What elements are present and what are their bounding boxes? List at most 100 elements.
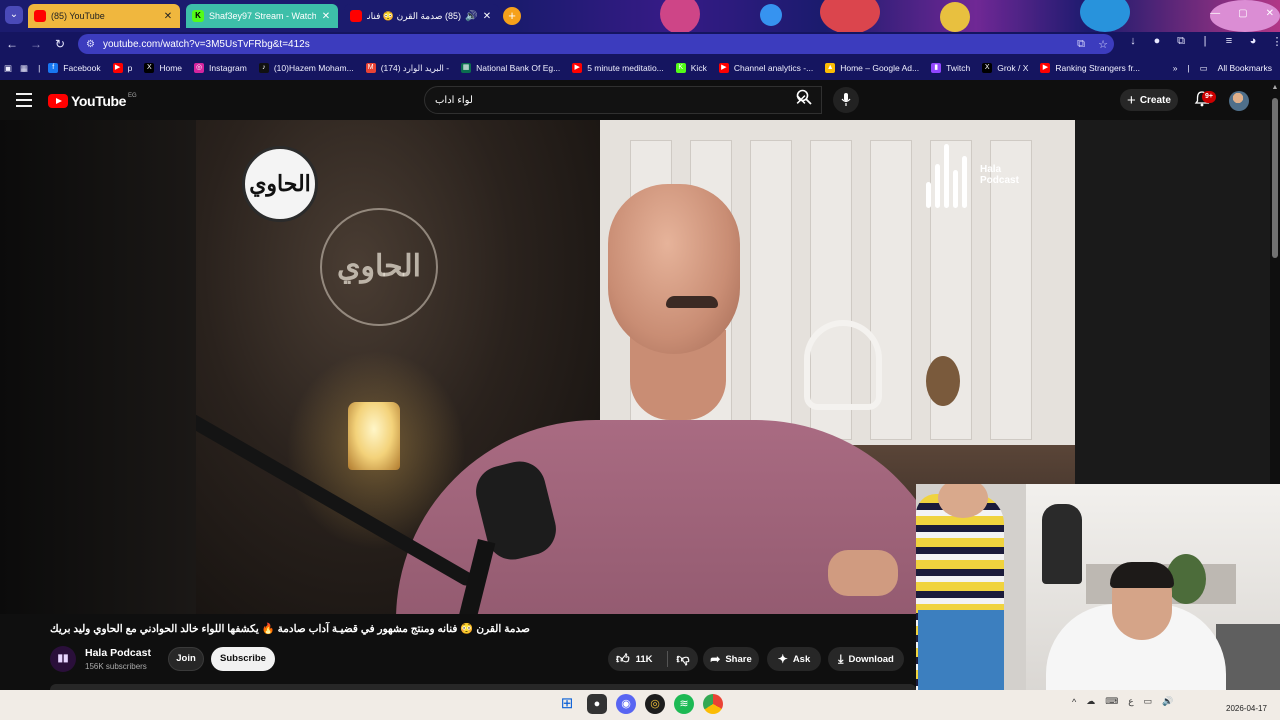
download-button[interactable]: ⤓ Download (828, 647, 904, 671)
sparkle-icon: ✦ (777, 652, 788, 666)
search-button[interactable] (786, 86, 822, 114)
chrome-app-icon[interactable] (703, 694, 723, 714)
bookmark-item[interactable]: X Home (144, 63, 182, 73)
bookmark-item[interactable]: ▮ Twitch (931, 63, 970, 73)
bookmark-item[interactable]: ♪ (10)Hazem Moham... (258, 63, 354, 73)
bookmark-item[interactable]: ◎ Instagram (194, 63, 247, 73)
tab-close-icon[interactable]: ✕ (320, 11, 332, 22)
bookmark-label: Twitch (946, 63, 971, 73)
bookmark-item[interactable]: ▶ p (112, 63, 132, 73)
bookmark-item[interactable]: ▦ National Bank Of Eg... (461, 63, 560, 73)
tab-audio-icon[interactable]: 🔊 (465, 11, 477, 22)
youtube-play-icon (48, 94, 68, 108)
voice-search-button[interactable] (833, 87, 859, 113)
bookmarks-overflow-button[interactable]: » (1173, 63, 1178, 73)
tray-cloud-icon[interactable]: ☁ (1086, 696, 1095, 707)
profile-circle-icon[interactable]: ● (1148, 35, 1166, 48)
tray-overflow-icon[interactable]: ^ (1072, 697, 1076, 707)
bookmark-item[interactable]: M (174) البريد الوارد - (365, 63, 449, 74)
tray-keyboard-icon[interactable]: ⌨ (1105, 696, 1118, 707)
kick-favicon-icon: K (192, 10, 204, 22)
tray-language-indicator[interactable]: ع (1128, 696, 1133, 707)
maximize-button[interactable]: ▢ (1238, 8, 1247, 19)
bookmark-label: 5 minute meditatio... (587, 63, 664, 73)
microphone-icon (841, 93, 851, 106)
browser-tab-strip: ⌄ (85) YouTube ✕ K Shaf3ey97 Stream - Wa… (0, 0, 1280, 32)
hamburger-menu-icon[interactable] (16, 93, 32, 107)
ask-button[interactable]: ✦ Ask (767, 647, 821, 671)
apps-icon[interactable]: ▣ (4, 63, 12, 74)
grid-icon[interactable]: ▦ (20, 63, 28, 74)
bookmark-item[interactable]: f Facebook (48, 63, 101, 73)
bookmark-favicon-icon: ▶ (718, 63, 729, 73)
create-button[interactable]: + Create (1120, 89, 1178, 111)
search-icon (796, 89, 812, 105)
media-controls-icon[interactable]: ≡ (1220, 35, 1238, 48)
install-app-icon[interactable]: ⧉ (1070, 38, 1092, 51)
bookmark-label: National Bank Of Eg... (476, 63, 561, 73)
subscribe-button[interactable]: Subscribe (211, 647, 275, 671)
browser-tab-kick[interactable]: K Shaf3ey97 Stream - Watch Live ✕ (186, 4, 338, 28)
tab-close-icon[interactable]: ✕ (162, 11, 174, 22)
bookmark-item[interactable]: ▶ 5 minute meditatio... (572, 63, 664, 73)
screen: ⌄ (85) YouTube ✕ K Shaf3ey97 Stream - Wa… (0, 0, 1280, 720)
dried-plant-decoration (926, 356, 960, 406)
site-info-icon[interactable]: ⚙ (86, 39, 95, 50)
youtube-logo[interactable]: YouTube EG (48, 93, 137, 109)
download-icon[interactable]: ↓ (1124, 35, 1142, 48)
new-tab-button[interactable]: + (503, 7, 521, 25)
reload-button[interactable]: ↻ (48, 37, 72, 51)
all-bookmarks-button[interactable]: All Bookmarks (1218, 63, 1272, 73)
streamer-webcam-overlay (916, 484, 1280, 700)
browser-menu-icon[interactable]: ⋮ (1268, 35, 1280, 48)
account-avatar[interactable] (1229, 91, 1249, 111)
bookmark-item[interactable]: ▶ Ranking Strangers fr... (1040, 63, 1140, 73)
channel-name[interactable]: Hala Podcast (85, 647, 151, 659)
page-scrollbar[interactable]: ▲ (1270, 82, 1280, 484)
browser-tab-youtube[interactable]: (85) YouTube ✕ (28, 4, 180, 28)
bookmark-star-icon[interactable]: ☆ (1092, 38, 1114, 51)
discord-app-icon[interactable]: ◉ (616, 694, 636, 714)
app-taskbar-icon[interactable]: ◎ (645, 694, 665, 714)
channel-avatar[interactable]: ▮▮ (50, 646, 76, 672)
youtube-favicon-icon (350, 10, 362, 22)
browser-tab-video[interactable]: (85) صدمة القرن 😳 فنانه و... 🔊 ✕ (344, 4, 499, 28)
obs-app-icon[interactable]: ● (587, 694, 607, 714)
theme-blob (760, 4, 782, 26)
tab-title: (85) صدمة القرن 😳 فنانه و... (367, 10, 461, 21)
share-button[interactable]: ➦ Share (703, 647, 759, 671)
bookmark-item[interactable]: ▲ Home – Google Ad... (825, 63, 919, 73)
address-bar[interactable]: ⚙ youtube.com/watch?v=3M5UsTvFRbg&t=412s… (78, 34, 1114, 54)
minimize-button[interactable]: — (1210, 8, 1220, 19)
spotify-app-icon[interactable]: ≋ (674, 694, 694, 714)
tray-volume-icon[interactable]: 🔊 (1162, 696, 1173, 707)
close-window-button[interactable]: ✕ (1266, 8, 1274, 19)
bookmark-label: Ranking Strangers fr... (1055, 63, 1140, 73)
windows-start-icon[interactable]: ⊞ (557, 694, 577, 714)
scrollbar-thumb[interactable] (1272, 98, 1278, 258)
scroll-up-arrow-icon[interactable]: ▲ (1270, 84, 1280, 91)
tab-close-icon[interactable]: ✕ (481, 11, 493, 22)
like-button[interactable]: 👍︎ 11K (608, 651, 667, 667)
bookmarks-right: » | ▭ All Bookmarks (1173, 56, 1272, 80)
tray-monitor-icon[interactable]: ▭ (1144, 696, 1153, 707)
bookmark-label: Grok / X (997, 63, 1029, 73)
bookmark-item[interactable]: ▶ Channel analytics -... (718, 63, 813, 73)
extensions-icon[interactable]: ⧉ (1172, 35, 1190, 48)
bookmark-item[interactable]: X Grok / X (982, 63, 1028, 73)
bookmark-label: Kick (690, 63, 707, 73)
back-button[interactable]: ← (0, 37, 24, 51)
dislike-button[interactable]: 👎︎ (668, 651, 698, 667)
search-input[interactable]: لواء اداب ✕ (424, 86, 822, 114)
youtube-header: YouTube EG لواء اداب ✕ + Create 9+ (0, 82, 1280, 120)
bookmark-favicon-icon: ▶ (112, 63, 123, 73)
bookmark-item[interactable]: K Kick (675, 63, 707, 73)
taskbar-date[interactable]: 2026-04-17 (1226, 704, 1267, 713)
forward-button[interactable]: → (24, 37, 48, 51)
bookmark-favicon-icon: ▶ (572, 63, 583, 73)
profile-avatar-icon[interactable]: ◕ (1244, 35, 1262, 48)
tab-search-button[interactable]: ⌄ (5, 6, 23, 24)
join-button[interactable]: Join (168, 647, 204, 671)
url-text[interactable]: youtube.com/watch?v=3M5UsTvFRbg&t=412s (103, 39, 1070, 50)
search-query[interactable]: لواء اداب (435, 95, 789, 106)
